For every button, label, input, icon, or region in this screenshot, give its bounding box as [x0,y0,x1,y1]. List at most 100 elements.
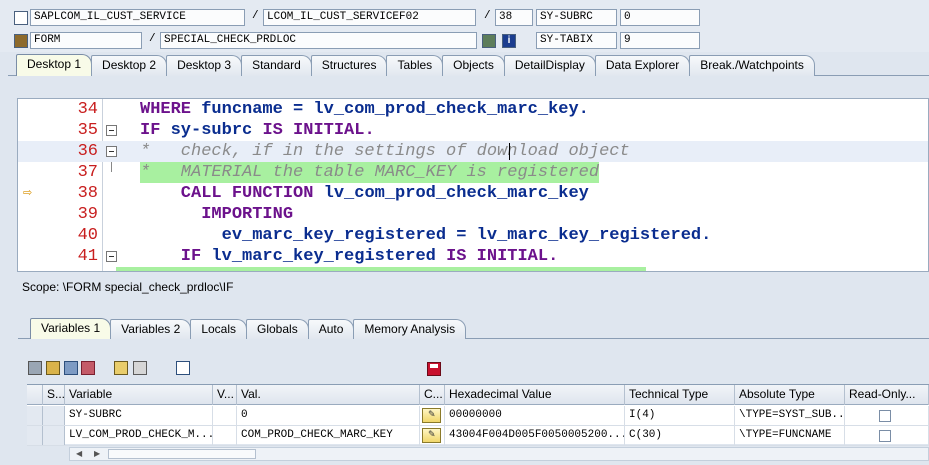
code-line[interactable]: 35 IF sy-subrc IS INITIAL. [18,120,928,141]
info-icon[interactable]: i [502,34,516,48]
line-number: 35 [77,121,98,140]
line-number: 37 [77,163,98,182]
fold-toggle-icon[interactable] [106,251,117,262]
cell-variable[interactable]: SY-SUBRC [65,406,213,425]
tab-desktop-3[interactable]: Desktop 3 [166,55,243,76]
sysvar-field-2[interactable]: SY-TABIX [536,32,617,49]
code-text-partial [116,267,646,271]
code-line[interactable]: 41 IF lv_marc_key_registered IS INITIAL. [18,246,928,267]
tab-objects[interactable]: Objects [442,55,505,76]
col-header-read-only[interactable]: Read-Only... [845,385,929,405]
line-field[interactable]: 38 [495,9,533,26]
cell-value[interactable]: 0 [237,406,420,425]
type-field[interactable]: FORM [30,32,142,49]
horizontal-scrollbar[interactable]: ◀ ▶ [69,447,929,461]
cell-change: ✎ [420,426,445,445]
read-only-checkbox[interactable] [879,430,891,442]
program-icon [14,11,28,25]
tab-structures[interactable]: Structures [310,55,388,76]
code-line[interactable]: ⇨ 38 CALL FUNCTION lv_com_prod_check_mar… [18,183,928,204]
col-header-c[interactable]: C... [420,385,445,405]
table-row[interactable]: SY-SUBRC 0 ✎ 00000000 I(4) \TYPE=SYST_SU… [27,406,929,426]
fold-toggle-icon[interactable] [106,146,117,157]
tab-tables[interactable]: Tables [386,55,444,76]
code-line[interactable]: 39 IMPORTING [18,204,928,225]
variable-tabs: Variables 1 Variables 2 Locals Globals Auto M… [30,318,467,340]
text-cursor [509,143,510,160]
insert-row-icon[interactable] [46,361,60,375]
tab-data-explorer[interactable]: Data Explorer [594,55,691,76]
desktop-tabs: Desktop 1 Desktop 2 Desktop 3 Standard Struc… [16,54,815,76]
tab-break-watchpoints[interactable]: Break./Watchpoints [689,55,815,76]
tab-variables-1[interactable]: Variables 1 [30,318,112,339]
tab-variables-2[interactable]: Variables 2 [110,319,192,339]
col-header-absolute-type[interactable]: Absolute Type [735,385,845,405]
cell-hex[interactable]: 00000000 [445,406,625,425]
col-header-technical-type[interactable]: Technical Type [625,385,735,405]
tab-auto[interactable]: Auto [307,319,355,339]
col-header-s[interactable]: S... [43,385,65,405]
cell-hex[interactable]: 43004F004D005F0050005200... [445,426,625,445]
move-icon[interactable] [133,361,147,375]
program-field[interactable]: SAPLCOM_IL_CUST_SERVICE [30,9,245,26]
scope-label: Scope: \FORM special_check_prdloc\IF [22,280,234,294]
separator: / [149,33,156,45]
save-icon[interactable] [427,362,441,376]
read-only-checkbox[interactable] [879,410,891,422]
pencil-icon[interactable]: ✎ [422,428,441,443]
line-number: 41 [77,247,98,266]
table-row[interactable]: LV_COM_PROD_CHECK_M... COM_PROD_CHECK_MA… [27,426,929,446]
cell-absolute-type: \TYPE=SYST_SUB... [735,406,845,425]
sysval-field-1[interactable]: 0 [620,9,700,26]
grid-header: S... Variable V... Val. C... Hexadecimal… [27,385,929,405]
tab-desktop-2[interactable]: Desktop 2 [91,55,168,76]
tab-memory-analysis[interactable]: Memory Analysis [353,319,467,339]
scroll-left-icon[interactable]: ◀ [76,448,82,460]
breakpoint-gutter[interactable]: ⇨ [18,183,40,204]
code-line-current[interactable]: 36 * check, if in the settings of downlo… [18,141,928,162]
cell-absolute-type: \TYPE=FUNCNAME [735,426,845,445]
form-name-field[interactable]: SPECIAL_CHECK_PRDLOC [160,32,477,49]
tab-detail-display[interactable]: DetailDisplay [503,55,596,76]
sysvar-field-1[interactable]: SY-SUBRC [536,9,617,26]
cell-read-only [845,426,929,445]
code-text: ev_marc_key_registered = lv_marc_key_reg… [140,226,712,245]
scrollbar-thumb[interactable] [108,449,256,459]
col-header-hex[interactable]: Hexadecimal Value [445,385,625,405]
cell-variable[interactable]: LV_COM_PROD_CHECK_M... [65,426,213,445]
cell-technical-type: I(4) [625,406,735,425]
code-line[interactable]: 40 ev_marc_key_registered = lv_marc_key_… [18,225,928,246]
display-source-icon[interactable] [482,34,496,48]
line-number: 36 [77,142,98,161]
col-header-v[interactable]: V... [213,385,237,405]
tab-standard[interactable]: Standard [241,55,312,76]
tab-desktop-1[interactable]: Desktop 1 [16,54,93,76]
code-line[interactable]: 37 * MATERIAL the table MARC_KEY is regi… [18,162,928,183]
tab-locals[interactable]: Locals [190,319,247,339]
code-line[interactable]: 34 WHERE funcname = lv_com_prod_check_ma… [18,99,928,120]
source-code-editor[interactable]: 34 WHERE funcname = lv_com_prod_check_ma… [17,98,929,272]
sysval-field-2[interactable]: 9 [620,32,700,49]
separator: / [484,10,491,22]
header-select-all[interactable] [27,385,43,405]
append-row-icon[interactable] [64,361,78,375]
delete-row-icon[interactable] [81,361,95,375]
col-header-variable[interactable]: Variable [65,385,213,405]
tab-globals[interactable]: Globals [246,319,309,339]
scroll-right-icon[interactable]: ▶ [94,448,100,460]
cell-v [213,406,237,425]
row-selector[interactable] [27,426,43,445]
code-text: IMPORTING [140,205,294,224]
col-header-value[interactable]: Val. [237,385,420,405]
pencil-icon[interactable]: ✎ [422,408,441,423]
row-selector[interactable] [27,406,43,425]
delete-icon[interactable] [28,361,42,375]
fold-toggle-icon[interactable] [106,125,117,136]
tree-icon[interactable] [114,361,128,375]
code-text: * check, if in the settings of download … [140,142,630,161]
settings-icon[interactable] [176,361,190,375]
cell-value[interactable]: COM_PROD_CHECK_MARC_KEY [237,426,420,445]
code-line-partial[interactable] [18,267,928,271]
include-field[interactable]: LCOM_IL_CUST_SERVICEF02 [263,9,476,26]
form-icon [14,34,28,48]
